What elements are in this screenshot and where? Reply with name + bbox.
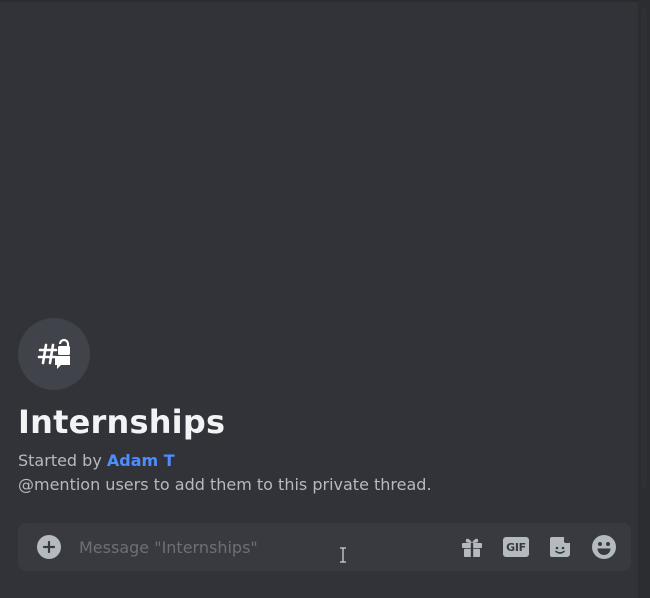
started-by-line: Started by Adam T bbox=[18, 450, 618, 472]
started-by-label: Started by bbox=[18, 451, 102, 470]
author-link[interactable]: Adam T bbox=[107, 451, 175, 470]
thread-title: Internships bbox=[18, 403, 226, 441]
gif-icon[interactable]: GIF bbox=[503, 534, 529, 560]
top-divider bbox=[0, 0, 650, 2]
message-composer: GIF bbox=[18, 523, 631, 571]
message-input[interactable] bbox=[79, 537, 459, 557]
gift-icon[interactable] bbox=[459, 534, 485, 560]
scrollbar[interactable] bbox=[638, 0, 650, 598]
text-cursor-icon bbox=[340, 547, 346, 563]
composer-tools: GIF bbox=[459, 534, 617, 560]
scrollbar-thumb[interactable] bbox=[641, 8, 647, 488]
thread-description: @mention users to add them to this priva… bbox=[18, 475, 432, 494]
thread-start-header: Internships Started by Adam T @mention u… bbox=[18, 318, 618, 496]
plus-circle-icon[interactable] bbox=[37, 535, 61, 559]
private-thread-icon bbox=[18, 318, 90, 390]
emoji-icon[interactable] bbox=[591, 534, 617, 560]
gif-label: GIF bbox=[503, 537, 529, 557]
sticker-icon[interactable] bbox=[547, 534, 573, 560]
